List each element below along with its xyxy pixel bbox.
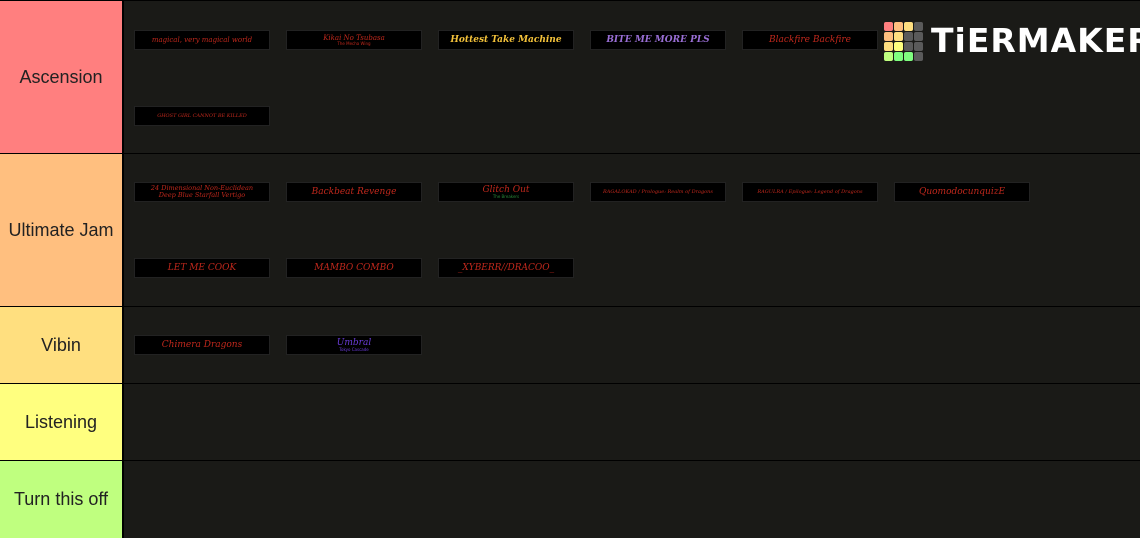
logo-grid-square [904,41,913,51]
tier-item[interactable]: 24 Dimensional Non-Euclidean Deep Blue St… [134,182,270,202]
tier-item[interactable]: RAGALOKAD / Prologue: Realm of Dragons [590,182,726,202]
tiermaker-logo: TiERMAKER [884,19,1140,63]
item-title: Hottest Take Machine [450,34,562,45]
tier-row-listening: Listening [0,383,1140,460]
logo-text: TiERMAKER [931,21,1140,60]
tier-item[interactable]: MAMBO COMBO [286,258,422,278]
tier-item[interactable]: Backbeat Revenge [286,182,422,202]
tier-item[interactable]: Kikai No Tsubasa The Mecha Wing [286,30,422,50]
logo-grid-square [894,51,903,61]
logo-grid-square [894,31,903,41]
logo-grid-square [884,31,893,41]
tier-item[interactable]: BITE ME MORE PLS [590,30,726,50]
item-subtitle: The Breakers [492,193,520,199]
tier-item[interactable]: Blackfire Backfire [742,30,878,50]
tier-items-vibin: Chimera Dragons Umbral Tokyo Cascade [126,307,1140,383]
tiermaker-grid-icon [884,21,923,61]
logo-grid-square [884,51,893,61]
tier-item[interactable]: Hottest Take Machine [438,30,574,50]
tier-item[interactable]: RAGULRA / Epilogue: Legend of Dragons [742,182,878,202]
tier-items-ultimate-jam: 24 Dimensional Non-Euclidean Deep Blue St… [126,154,1140,306]
logo-grid-square [884,41,893,51]
tier-label-listening[interactable]: Listening [0,384,124,460]
logo-grid-square [894,41,903,51]
logo-grid-square [894,21,903,31]
tier-row-ultimate-jam: Ultimate Jam 24 Dimensional Non-Euclidea… [0,153,1140,306]
item-title: Chimera Dragons [161,339,243,350]
item-subtitle: Deep Blue Starfall Vertigo [158,191,246,199]
item-title: LET ME COOK [167,262,237,273]
item-title: BITE ME MORE PLS [606,34,710,45]
tier-item[interactable]: _XYBERR//DRACOO_ [438,258,574,278]
logo-grid-square [914,41,923,51]
item-title: GHOST GIRL CANNOT BE KILLED [157,113,247,119]
tier-item[interactable]: GHOST GIRL CANNOT BE KILLED [134,106,270,126]
tier-item[interactable]: Umbral Tokyo Cascade [286,335,422,355]
tier-items-listening [126,384,1140,460]
tier-label-ascension[interactable]: Ascension [0,1,124,153]
logo-grid-square [904,21,913,31]
logo-grid-square [884,21,893,31]
item-title: Backbeat Revenge [311,186,397,197]
tier-row-turn-this-off: Turn this off [0,460,1140,538]
item-title: QuomodocunquizE [918,186,1006,197]
tier-item[interactable]: LET ME COOK [134,258,270,278]
logo-grid-square [904,31,913,41]
tier-row-vibin: Vibin Chimera Dragons Umbral Tokyo Cascad… [0,306,1140,383]
item-subtitle: Tokyo Cascade [339,346,369,352]
tier-label-ultimate-jam[interactable]: Ultimate Jam [0,154,124,306]
item-title: _XYBERR//DRACOO_ [457,262,555,273]
logo-grid-square [914,31,923,41]
item-title: RAGALOKAD / Prologue: Realm of Dragons [603,189,713,195]
item-title: RAGULRA / Epilogue: Legend of Dragons [757,189,863,195]
item-title: magical, very magical world [151,36,253,44]
item-subtitle: The Mecha Wing [337,41,371,46]
logo-grid-square [914,51,923,61]
tier-items-turn-this-off [126,461,1140,538]
item-title: MAMBO COMBO [314,262,394,273]
tier-item[interactable]: Glitch Out The Breakers [438,182,574,202]
logo-grid-square [914,21,923,31]
item-title: Blackfire Backfire [769,34,851,45]
tier-item[interactable]: QuomodocunquizE [894,182,1030,202]
tier-label-turn-this-off[interactable]: Turn this off [0,461,124,538]
tier-item[interactable]: Chimera Dragons [134,335,270,355]
tier-list-board: Ascension magical, very magical world Ki… [0,0,1140,538]
logo-grid-square [904,51,913,61]
tier-item[interactable]: magical, very magical world [134,30,270,50]
tier-label-vibin[interactable]: Vibin [0,307,124,383]
